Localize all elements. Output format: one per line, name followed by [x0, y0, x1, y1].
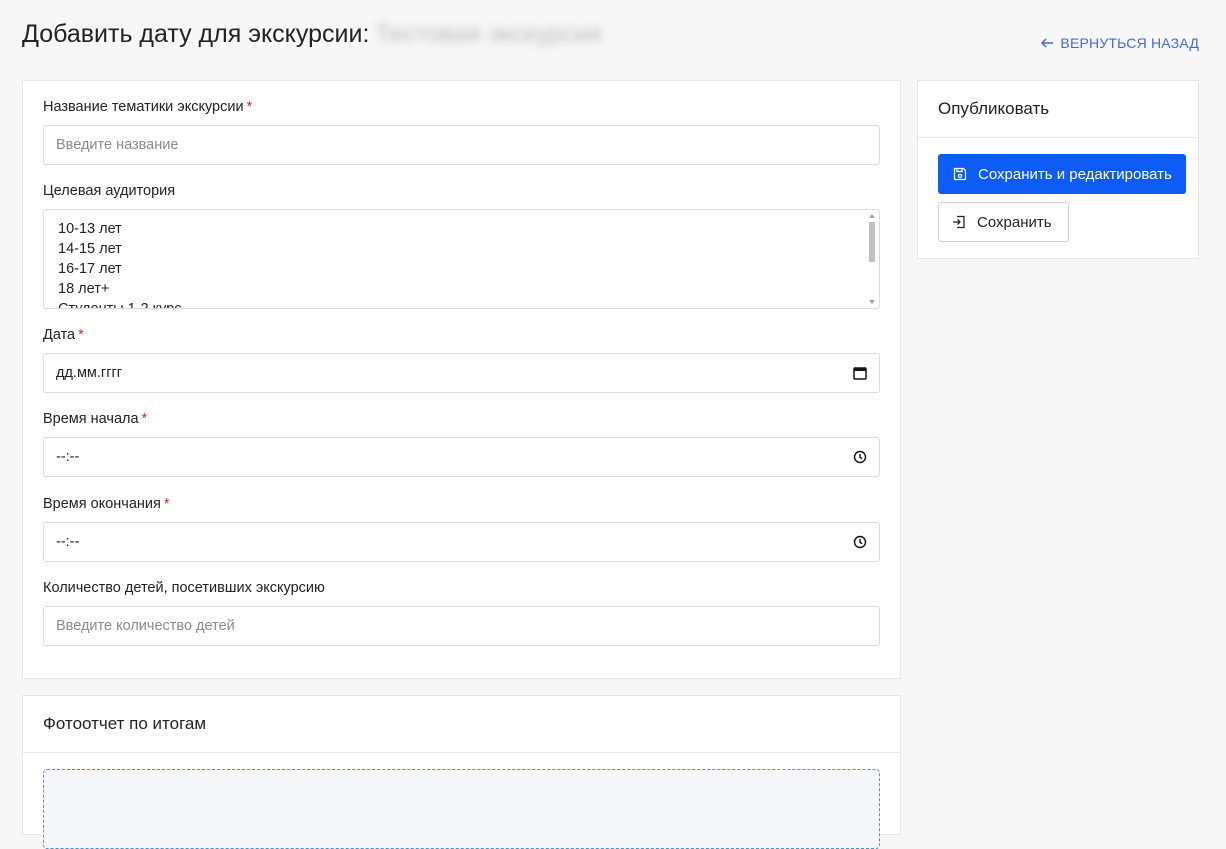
page-title-text: Добавить дату для экскурсии: [22, 20, 370, 48]
theme-input-placeholder: Введите название [56, 137, 179, 153]
back-link[interactable]: ВЕРНУТЬСЯ НАЗАД [1040, 35, 1199, 51]
start-time-value: --:-- [56, 449, 80, 465]
save-label: Сохранить [977, 213, 1052, 231]
children-count-placeholder: Введите количество детей [56, 618, 235, 634]
save-icon [952, 166, 968, 182]
excursion-form-card: Название тематики экскурсии * Введите наз… [22, 80, 901, 679]
excursion-name-blurred: Тестовая экскурсия [375, 20, 602, 48]
required-marker: * [78, 327, 84, 343]
audience-scrollbar[interactable] [867, 212, 877, 306]
back-link-label: ВЕРНУТЬСЯ НАЗАД [1060, 35, 1199, 51]
date-input[interactable]: дд.мм.гггг [43, 353, 880, 393]
publish-card: Опубликовать Сохранить и редактировать С… [917, 80, 1199, 259]
audience-multiselect[interactable]: 10-13 лет 14-15 лет 16-17 лет 18 лет+ Ст… [43, 209, 880, 309]
end-time-label: Время окончания * [43, 496, 170, 512]
save-and-edit-label: Сохранить и редактировать [978, 165, 1172, 183]
photo-report-card: Фотоотчет по итогам [22, 695, 901, 849]
children-count-input[interactable]: Введите количество детей [43, 606, 880, 646]
theme-label: Название тематики экскурсии * [43, 99, 253, 115]
end-time-input[interactable]: --:-- [43, 522, 880, 562]
save-button[interactable]: Сохранить [938, 202, 1069, 242]
date-label: Дата * [43, 327, 84, 343]
login-icon [951, 214, 967, 230]
photo-dropzone[interactable] [43, 769, 880, 849]
required-marker: * [141, 411, 148, 427]
clock-icon[interactable] [853, 535, 867, 549]
date-input-value: дд.мм.гггг [56, 365, 123, 381]
clock-icon[interactable] [853, 450, 867, 464]
audience-option[interactable]: 18 лет+ [44, 279, 865, 299]
start-time-input[interactable]: --:-- [43, 437, 880, 477]
start-time-label: Время начала * [43, 411, 148, 427]
audience-option[interactable]: 14-15 лет [44, 239, 865, 259]
end-time-value: --:-- [56, 534, 80, 550]
audience-option[interactable]: 10-13 лет [44, 219, 865, 239]
publish-title: Опубликовать [918, 81, 1198, 138]
children-count-label: Количество детей, посетивших экскурсию [43, 580, 325, 596]
audience-label: Целевая аудитория [43, 183, 176, 199]
required-marker: * [163, 496, 170, 512]
required-marker: * [246, 99, 253, 115]
page-title: Добавить дату для экскурсии: Тестовая экс… [22, 20, 602, 49]
audience-option[interactable]: Студенты 1-2 курс [44, 299, 865, 308]
scroll-down-icon[interactable] [869, 300, 875, 304]
photo-report-title: Фотоотчет по итогам [23, 696, 900, 753]
save-and-edit-button[interactable]: Сохранить и редактировать [938, 154, 1186, 194]
theme-input[interactable]: Введите название [43, 125, 880, 165]
scrollbar-thumb[interactable] [869, 222, 875, 262]
audience-option[interactable]: 16-17 лет [44, 259, 865, 279]
calendar-icon[interactable] [853, 366, 867, 380]
scroll-up-icon[interactable] [869, 214, 875, 218]
arrow-left-icon [1040, 36, 1054, 50]
